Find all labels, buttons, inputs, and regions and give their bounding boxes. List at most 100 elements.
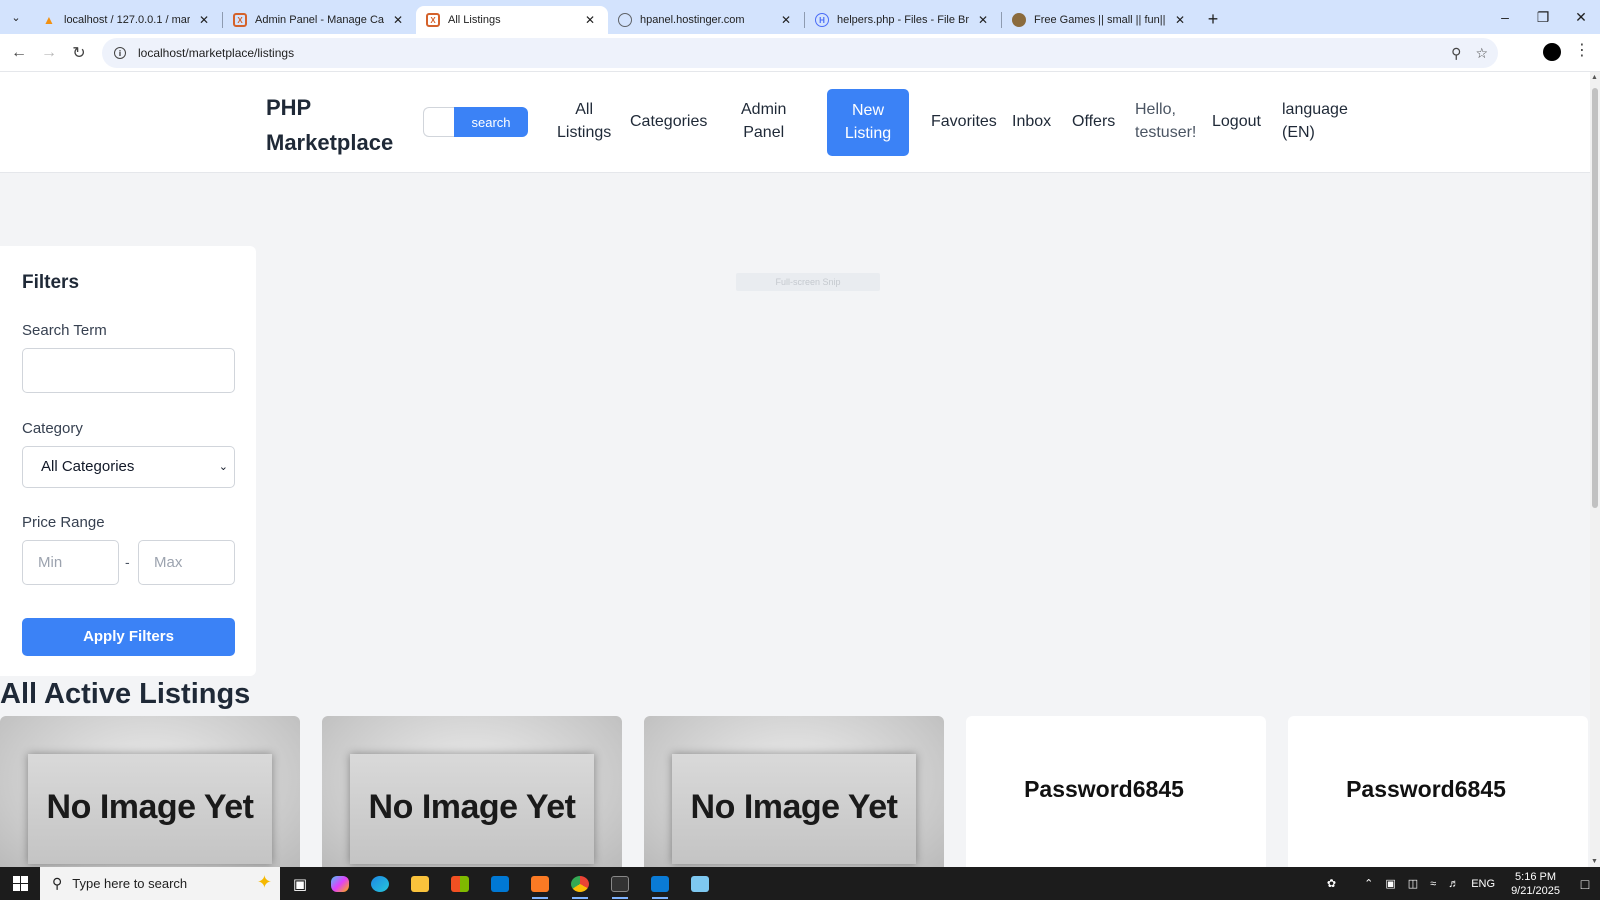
listing-card[interactable]: Password6845: [1288, 716, 1588, 867]
scroll-down-arrow-icon[interactable]: ▼: [1591, 858, 1598, 865]
listing-image-text: No Image Yet: [690, 788, 898, 826]
scroll-up-arrow-icon[interactable]: ▲: [1591, 74, 1598, 81]
nav-admin-panel[interactable]: Admin Panel: [741, 98, 786, 144]
nav-logout[interactable]: Logout: [1212, 110, 1261, 133]
tab-title: All Listings: [448, 14, 501, 26]
profile-avatar[interactable]: [1543, 43, 1561, 61]
listing-card[interactable]: No Image Yet: [644, 716, 944, 867]
listing-card[interactable]: No Image Yet: [0, 716, 300, 867]
nav-categories[interactable]: Categories: [630, 110, 707, 133]
header-search-input[interactable]: [423, 107, 454, 137]
reload-icon[interactable]: ↻: [64, 38, 94, 68]
notification-icon[interactable]: □: [1570, 876, 1600, 892]
close-icon[interactable]: ✕: [1172, 13, 1188, 27]
filters-title: Filters: [22, 272, 80, 293]
mail-icon[interactable]: [480, 867, 520, 900]
close-icon[interactable]: ✕: [778, 13, 794, 27]
nav-all-listings[interactable]: All Listings: [557, 98, 611, 144]
browser-tab-free-games[interactable]: Free Games || small || fun|| game ✕: [1002, 6, 1198, 34]
price-min-input[interactable]: Min: [22, 540, 119, 585]
input-language[interactable]: ENG: [1465, 878, 1501, 890]
browser-tab-admin-panel[interactable]: X Admin Panel - Manage Categori ✕: [223, 6, 416, 34]
close-icon[interactable]: ✕: [390, 13, 406, 27]
price-max-input[interactable]: Max: [138, 540, 235, 585]
tab-search-dropdown-icon[interactable]: ⌄: [0, 0, 32, 34]
site-info-icon[interactable]: i: [114, 47, 126, 59]
copilot-icon[interactable]: [320, 867, 360, 900]
minimize-icon[interactable]: –: [1486, 0, 1524, 34]
browser-menu-icon[interactable]: ⋮: [1574, 40, 1590, 60]
listing-image-text: No Image Yet: [46, 788, 254, 826]
category-select[interactable]: All Categories ⌄: [22, 446, 235, 488]
site-brand[interactable]: PHP Marketplace: [266, 90, 406, 160]
window-close-icon[interactable]: ✕: [1562, 0, 1600, 34]
task-view-icon[interactable]: ▣: [280, 867, 320, 900]
listing-card[interactable]: No Image Yet: [322, 716, 622, 867]
file-explorer-icon[interactable]: [400, 867, 440, 900]
copilot-sparkle-icon: ✦: [256, 872, 272, 892]
nav-label: language: [1282, 101, 1348, 118]
tray-app-icon[interactable]: ✿: [1321, 877, 1342, 890]
nav-favorites[interactable]: Favorites: [931, 110, 997, 133]
windows-start-icon[interactable]: [0, 867, 40, 900]
zoom-icon[interactable]: ⚲: [1451, 45, 1461, 62]
page-scrollbar[interactable]: ▲ ▼: [1590, 72, 1600, 867]
search-term-input[interactable]: [22, 348, 235, 393]
chrome-icon[interactable]: [560, 867, 600, 900]
vscode-icon[interactable]: [640, 867, 680, 900]
globe-icon: [618, 13, 632, 27]
bookmark-star-icon[interactable]: ☆: [1475, 45, 1488, 62]
nav-label: Admin: [741, 101, 787, 118]
wifi-icon[interactable]: ≈: [1424, 878, 1442, 890]
site-header: PHP Marketplace search All Listings Cate…: [0, 72, 1590, 173]
apply-filters-button[interactable]: Apply Filters: [22, 618, 235, 656]
nav-label: Listing: [844, 125, 892, 142]
xampp-icon: X: [426, 13, 440, 27]
nav-new-listing-button[interactable]: New Listing: [827, 89, 909, 156]
back-arrow-icon[interactable]: ←: [4, 38, 34, 68]
nav-inbox[interactable]: Inbox: [1012, 110, 1051, 133]
chevron-down-icon: ⌄: [218, 461, 228, 473]
new-tab-plus-icon[interactable]: +: [1198, 9, 1228, 30]
scrollbar-thumb[interactable]: [1592, 88, 1598, 508]
tray-overflow-chevron-icon[interactable]: ⌃: [1358, 877, 1379, 890]
xampp-taskbar-icon[interactable]: [520, 867, 560, 900]
header-search: search: [423, 107, 528, 137]
nav-label: All: [575, 101, 594, 118]
user-greeting: Hello, testuser!: [1135, 98, 1196, 144]
terminal-icon[interactable]: [600, 867, 640, 900]
close-icon[interactable]: ✕: [196, 13, 212, 27]
listings-heading: All Active Listings: [0, 678, 251, 710]
browser-tab-hpanel[interactable]: hpanel.hostinger.com ✕: [608, 6, 804, 34]
close-icon[interactable]: ✕: [582, 13, 598, 27]
windows-taskbar: ⚲ Type here to search ✦ ▣ ✿ ⌃ ▣ ◫ ≈ ♬ EN…: [0, 867, 1600, 900]
taskbar-search-box[interactable]: ⚲ Type here to search ✦: [40, 867, 280, 900]
notepad-icon[interactable]: [680, 867, 720, 900]
close-icon[interactable]: ✕: [975, 13, 991, 27]
microsoft-store-icon[interactable]: [440, 867, 480, 900]
browser-tab-phpmyadmin[interactable]: ▲ localhost / 127.0.0.1 / marketpla ✕: [32, 6, 222, 34]
browser-toolbar: ← → ↻ i localhost/marketplace/listings ⚲…: [0, 34, 1600, 72]
forward-arrow-icon[interactable]: →: [34, 38, 64, 68]
category-selected-value: All Categories: [41, 458, 135, 475]
snip-overlay-label: Full-screen Snip: [736, 273, 880, 291]
browser-tab-all-listings[interactable]: X All Listings ✕: [416, 6, 608, 34]
listing-card[interactable]: Password6845: [966, 716, 1266, 867]
meet-now-icon[interactable]: ▣: [1379, 877, 1401, 890]
category-label: Category: [22, 420, 83, 437]
nav-language[interactable]: language (EN): [1282, 98, 1348, 144]
address-bar[interactable]: i localhost/marketplace/listings ⚲ ☆: [102, 38, 1498, 68]
filters-panel: Filters Search Term Category All Categor…: [0, 246, 256, 676]
browser-tab-file-browser[interactable]: H helpers.php - Files - File Browse ✕: [805, 6, 1001, 34]
nav-offers[interactable]: Offers: [1072, 110, 1115, 133]
greeting-line: testuser!: [1135, 124, 1197, 141]
brand-line: PHP: [266, 95, 312, 120]
restore-icon[interactable]: ❐: [1524, 0, 1562, 34]
volume-icon[interactable]: ♬: [1442, 878, 1465, 890]
edge-browser-icon[interactable]: [360, 867, 400, 900]
tab-title: hpanel.hostinger.com: [640, 14, 745, 26]
taskbar-clock[interactable]: 5:16 PM 9/21/2025: [1501, 870, 1570, 898]
header-search-button[interactable]: search: [454, 107, 528, 137]
game-icon: [1012, 13, 1026, 27]
battery-icon[interactable]: ◫: [1402, 877, 1424, 890]
